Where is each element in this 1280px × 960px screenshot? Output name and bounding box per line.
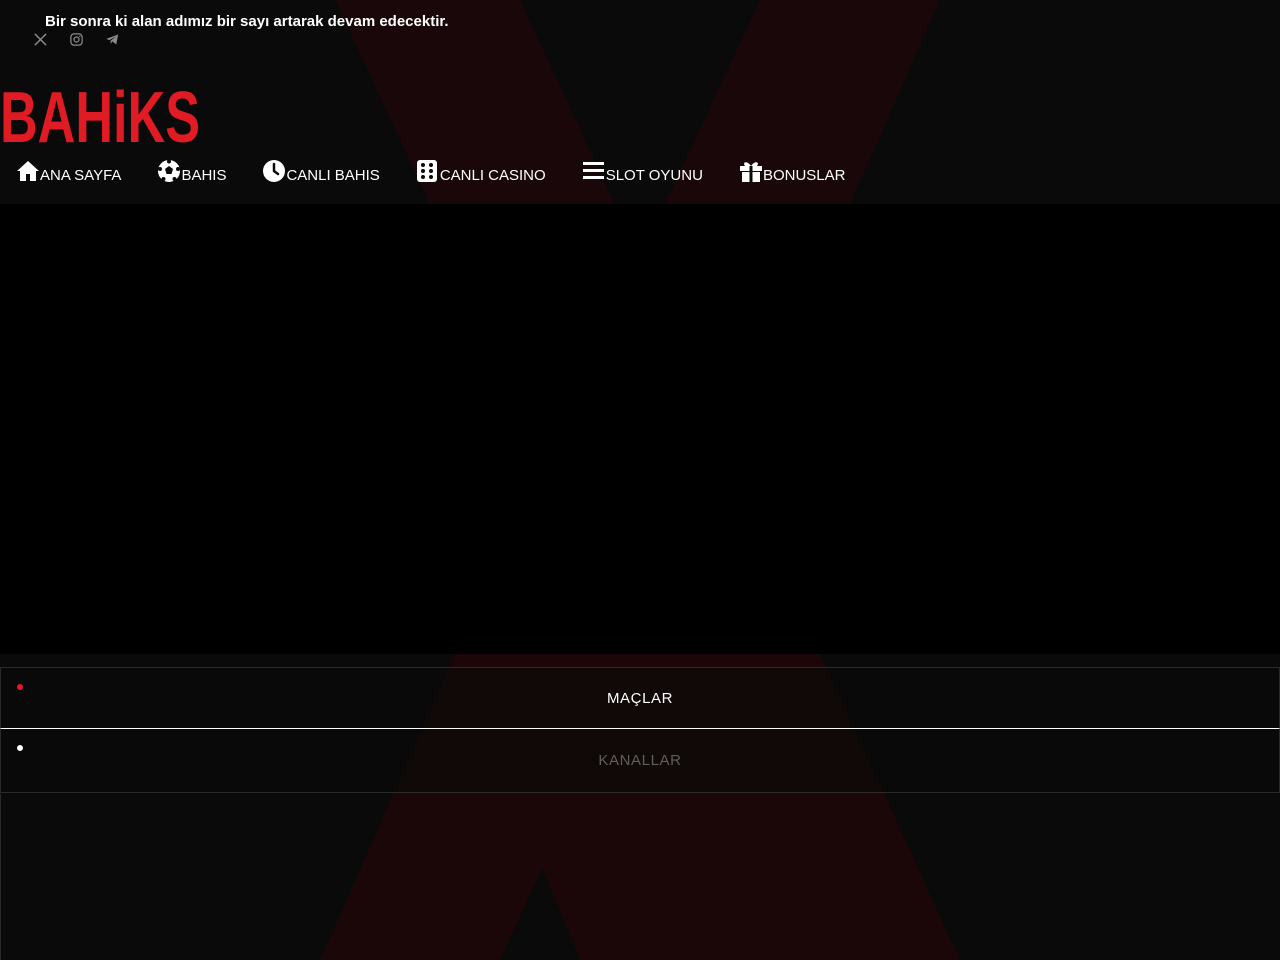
soccer-ball-icon bbox=[157, 158, 181, 184]
tab-bullet bbox=[17, 745, 23, 751]
nav-label: BAHIS bbox=[181, 167, 227, 184]
nav-item-canli-bahis[interactable]: CANLI BAHIS bbox=[262, 156, 380, 184]
telegram-icon[interactable] bbox=[102, 29, 122, 49]
x-twitter-icon[interactable] bbox=[30, 29, 50, 49]
hero-video-area[interactable] bbox=[0, 204, 1280, 654]
nav-item-bonuslar[interactable]: BONUSLAR bbox=[739, 156, 846, 184]
nav-item-bahis[interactable]: BAHIS bbox=[157, 156, 226, 184]
nav-label: CANLI BAHIS bbox=[286, 167, 380, 184]
page: Bir sonra ki alan adımız bir sayı artara… bbox=[0, 0, 1280, 960]
site-logo[interactable]: BAHiKS bbox=[0, 78, 210, 158]
content-tabs: MAÇLAR KANALLAR bbox=[0, 667, 1280, 793]
dice-icon bbox=[416, 158, 440, 184]
tab-label: KANALLAR bbox=[598, 752, 682, 769]
nav-label: BONUSLAR bbox=[762, 167, 846, 184]
social-links bbox=[30, 29, 122, 49]
nav-item-slot-oyunu[interactable]: SLOT OYUNU bbox=[582, 156, 703, 184]
announcement-text: Bir sonra ki alan adımız bir sayı artara… bbox=[45, 13, 449, 30]
tab-content-panel bbox=[0, 794, 1280, 960]
nav-label: CANLI CASINO bbox=[439, 167, 546, 184]
bars-icon bbox=[582, 158, 606, 184]
gift-icon bbox=[739, 158, 763, 184]
tab-maclar[interactable]: MAÇLAR bbox=[0, 667, 1280, 729]
clock-icon bbox=[262, 158, 286, 184]
instagram-icon[interactable] bbox=[66, 29, 86, 49]
home-icon bbox=[16, 158, 40, 184]
tab-label: MAÇLAR bbox=[606, 689, 674, 707]
nav-item-canli-casino[interactable]: CANLI CASINO bbox=[416, 156, 546, 184]
tab-kanallar[interactable]: KANALLAR bbox=[0, 729, 1280, 793]
nav-item-ana-sayfa[interactable]: ANA SAYFA bbox=[16, 156, 121, 184]
tab-bullet bbox=[17, 684, 23, 690]
nav-label: SLOT OYUNU bbox=[605, 167, 703, 184]
main-nav: ANA SAYFA BAHIS CANLI BAHIS CANLI CASINO… bbox=[16, 156, 881, 184]
logo-text: BAHiKS bbox=[0, 78, 200, 150]
nav-label: ANA SAYFA bbox=[40, 167, 122, 184]
